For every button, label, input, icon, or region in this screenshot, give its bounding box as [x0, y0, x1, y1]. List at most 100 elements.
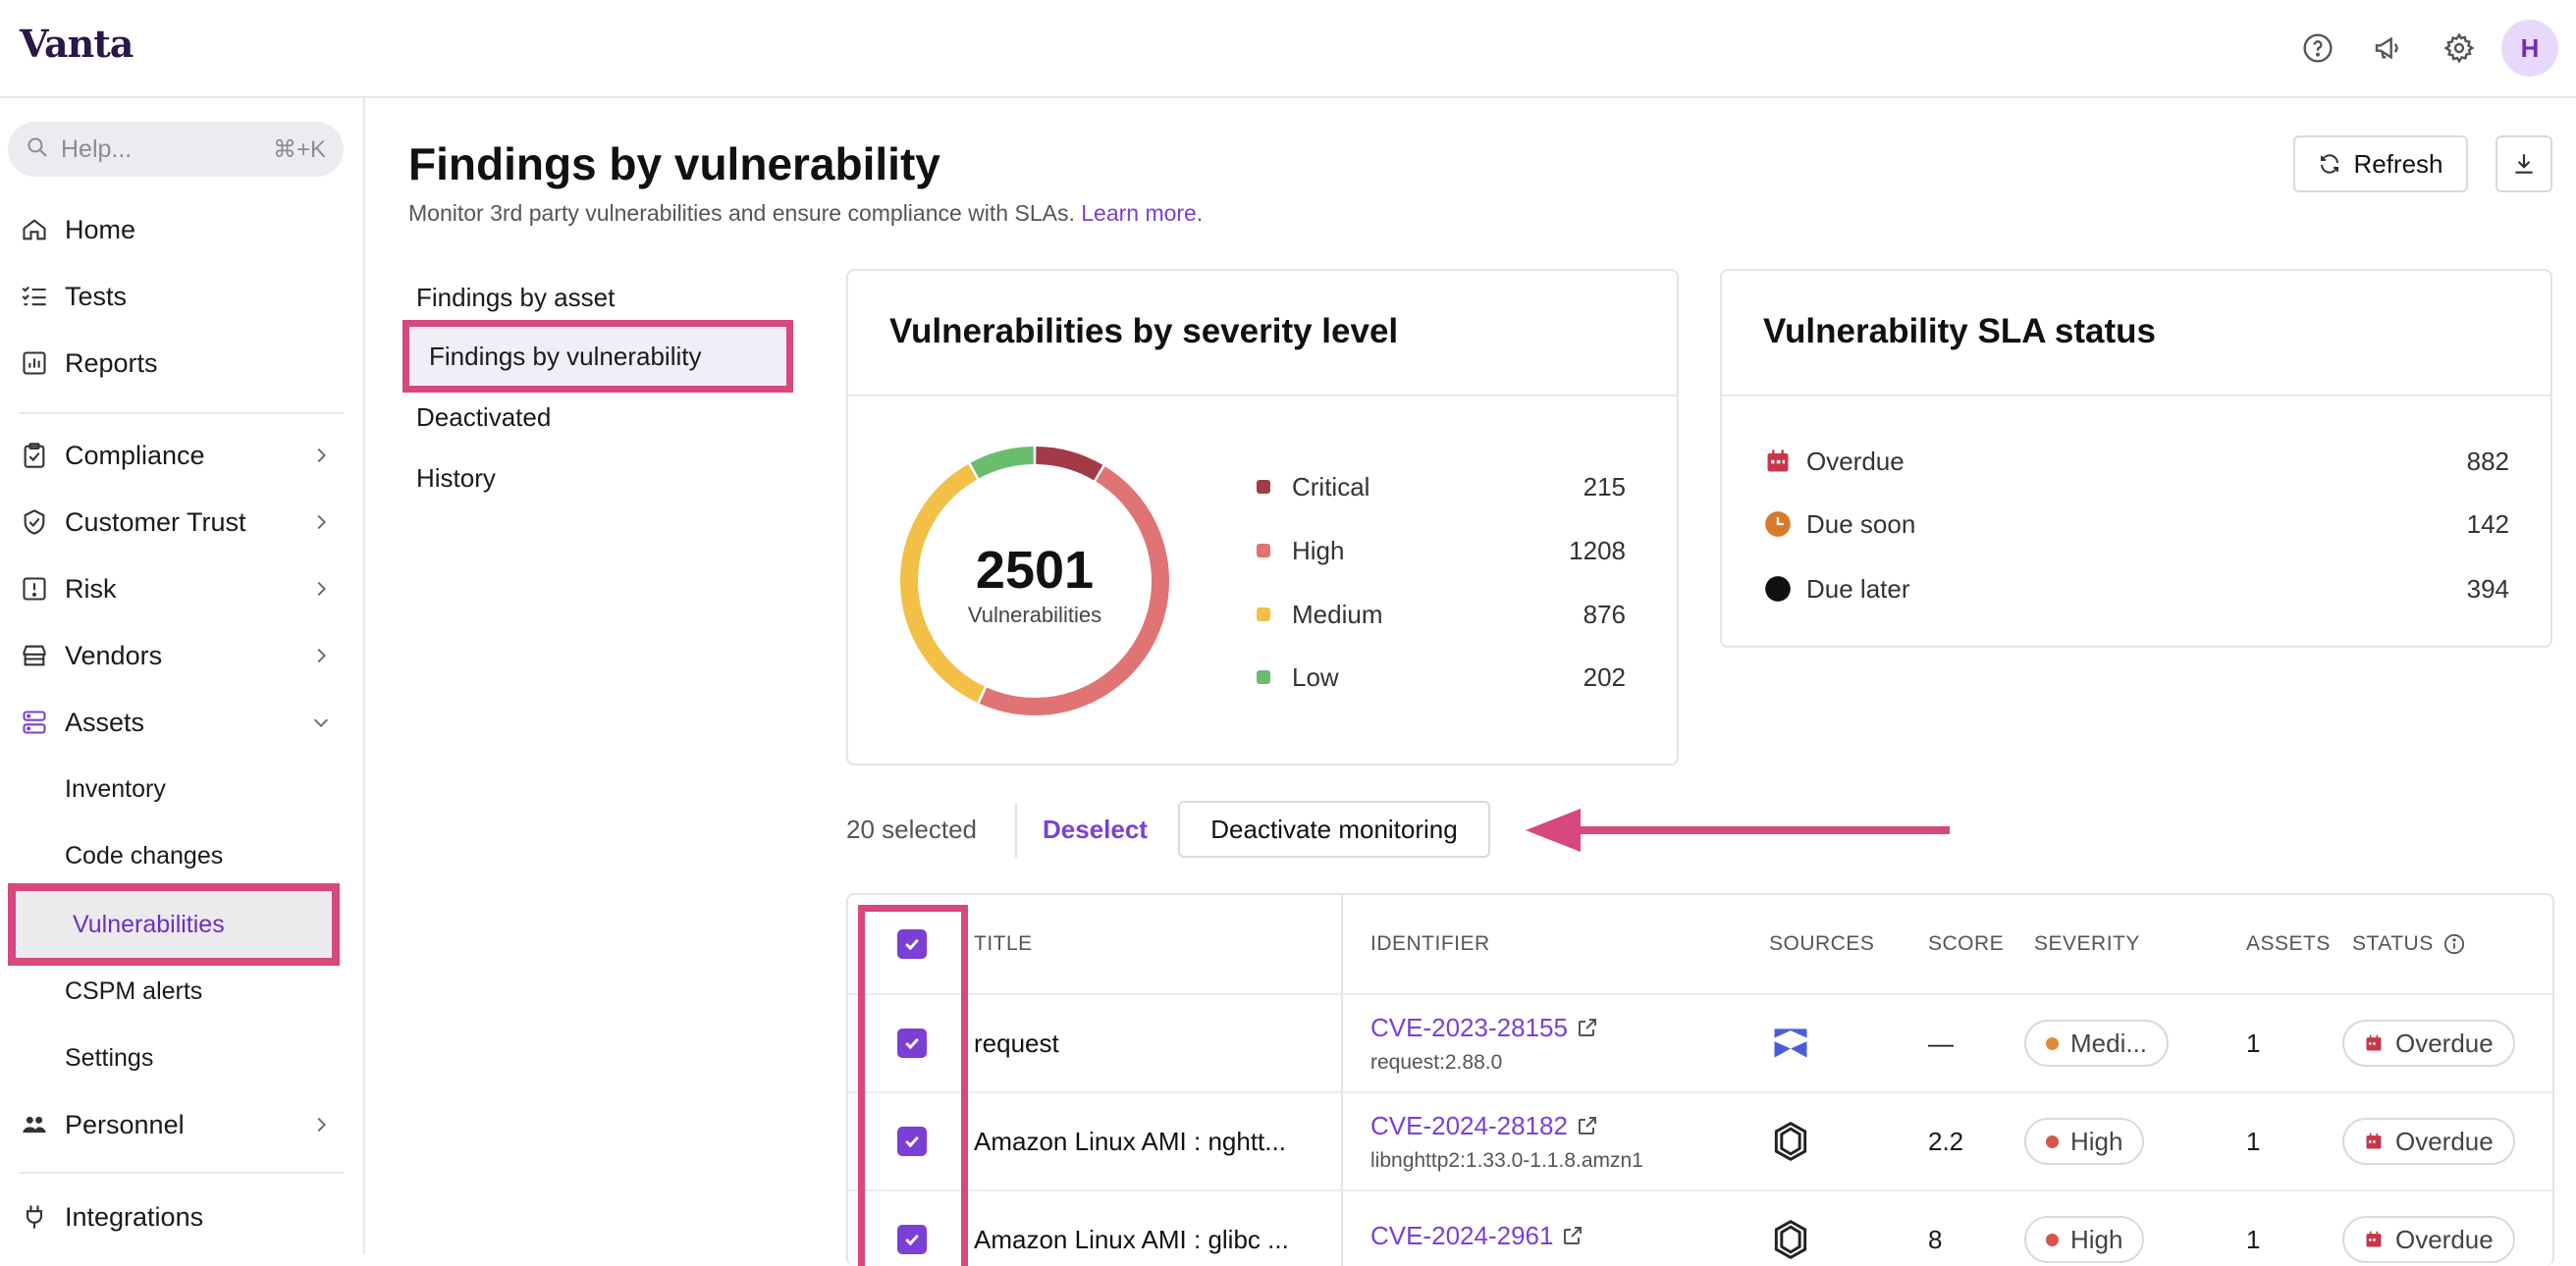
page-subtitle: Monitor 3rd party vulnerabilities and en… — [408, 200, 1203, 227]
table-row[interactable]: request CVE-2023-28155 request:2.88.0 — … — [848, 993, 2552, 1091]
sidebar-subitem-code-changes[interactable]: Code changes — [0, 828, 365, 883]
sla-card-title: Vulnerability SLA status — [1763, 312, 2156, 350]
announcements-icon[interactable] — [2360, 20, 2417, 77]
donut-segment-low[interactable] — [970, 447, 1035, 479]
legend-value: 202 — [1583, 661, 1626, 692]
download-button[interactable] — [2496, 135, 2552, 192]
help-icon[interactable] — [2289, 20, 2346, 77]
legend-swatch — [1257, 480, 1270, 494]
sidebar-item-label: Personnel — [65, 1109, 185, 1139]
subnav-deactivated[interactable]: Deactivated — [397, 389, 779, 446]
chevron-right-icon — [306, 574, 336, 604]
external-link-icon[interactable] — [1576, 1114, 1599, 1137]
clock-icon — [1763, 509, 1793, 539]
user-avatar[interactable]: H — [2501, 20, 2558, 77]
sla-label: Due soon — [1806, 508, 1916, 539]
legend-value: 1208 — [1569, 535, 1626, 565]
status-pill: Overdue — [2342, 1118, 2515, 1165]
column-header-score[interactable]: SCORE — [1928, 895, 2004, 993]
sla-due-soon-row: Due soon 142 — [1763, 502, 2509, 546]
sidebar-item-label: Tests — [65, 281, 128, 311]
chevron-right-icon — [306, 441, 336, 470]
cve-link[interactable]: CVE-2023-28155 — [1370, 1013, 1568, 1043]
top-bar: Vanta H — [0, 0, 2576, 98]
legend-swatch — [1257, 670, 1270, 684]
refresh-button[interactable]: Refresh — [2293, 135, 2468, 192]
legend-critical: Critical 215 — [1257, 467, 1626, 506]
sidebar-item-integrations[interactable]: Integrations — [0, 1187, 365, 1246]
sidebar-subitem-inventory[interactable]: Inventory — [0, 762, 365, 817]
column-header-identifier[interactable]: IDENTIFIER — [1370, 895, 1490, 993]
row-severity-cell: High — [2024, 1093, 2145, 1189]
table-row[interactable]: Amazon Linux AMI : glibc ... CVE-2024-29… — [848, 1189, 2552, 1266]
severity-card-title: Vulnerabilities by severity level — [889, 312, 1399, 350]
external-link-icon[interactable] — [1576, 1016, 1599, 1039]
card-separator — [1722, 395, 2550, 396]
clipboard-check-icon — [18, 439, 51, 472]
sla-value: 394 — [2466, 573, 2509, 604]
subnav-findings-by-asset[interactable]: Findings by asset — [397, 269, 779, 326]
deactivate-monitoring-button[interactable]: Deactivate monitoring — [1178, 801, 1490, 858]
vanta-logo[interactable]: Vanta — [20, 22, 134, 66]
severity-card: Vulnerabilities by severity level 2501 V… — [846, 269, 1679, 765]
subnav-findings-by-vulnerability[interactable]: Findings by vulnerability — [402, 320, 793, 393]
inspector-icon — [1769, 1191, 1812, 1266]
column-header-status-wrap: STATUS — [2352, 895, 2465, 993]
cve-link[interactable]: CVE-2024-28182 — [1370, 1111, 1568, 1141]
sidebar-item-assets[interactable]: Assets — [0, 693, 365, 752]
inspector-icon — [1769, 1093, 1812, 1189]
sidebar-item-compliance[interactable]: Compliance — [0, 426, 365, 485]
help-search-input[interactable]: Help... ⌘+K — [8, 122, 344, 177]
row-title: Amazon Linux AMI : glibc ... — [974, 1224, 1289, 1254]
sidebar-item-personnel[interactable]: Personnel — [0, 1095, 365, 1154]
sidebar-subitem-vulnerabilities[interactable]: Vulnerabilities — [8, 883, 340, 966]
row-assets: 1 — [2246, 1224, 2261, 1254]
top-icons: H — [2276, 20, 2576, 77]
checkbox-column-highlight — [858, 905, 968, 1266]
sidebar-item-label: Reports — [65, 347, 158, 378]
row-status-cell: Overdue — [2342, 995, 2515, 1091]
column-header-assets[interactable]: ASSETS — [2246, 895, 2331, 993]
sidebar: Help... ⌘+K Home Tests Reports Complianc… — [0, 98, 365, 1254]
checklist-icon — [18, 280, 51, 313]
row-identifier: CVE-2024-28182 libnghttp2:1.33.0-1.1.8.a… — [1370, 1093, 1643, 1189]
sidebar-item-home[interactable]: Home — [0, 200, 365, 259]
card-separator — [848, 395, 1677, 396]
column-header-sources[interactable]: SOURCES — [1769, 895, 1874, 993]
sidebar-subitem-settings[interactable]: Settings — [0, 1030, 365, 1085]
chevron-right-icon — [306, 507, 336, 537]
row-severity-cell: Medi... — [2024, 995, 2170, 1091]
learn-more-link[interactable]: Learn more — [1081, 200, 1197, 226]
legend-label: Low — [1292, 661, 1339, 692]
sidebar-item-customer-trust[interactable]: Customer Trust — [0, 493, 365, 552]
sidebar-item-risk[interactable]: Risk — [0, 559, 365, 618]
donut-segment-critical[interactable] — [1035, 447, 1103, 481]
sidebar-subitem-cspm-alerts[interactable]: CSPM alerts — [0, 964, 365, 1019]
column-header-status[interactable]: STATUS — [2352, 932, 2434, 956]
external-link-icon[interactable] — [1561, 1224, 1584, 1247]
legend-value: 215 — [1583, 471, 1626, 501]
subnav-history[interactable]: History — [397, 449, 779, 506]
deselect-button[interactable]: Deselect — [1043, 815, 1148, 845]
subtitle-text: Monitor 3rd party vulnerabilities and en… — [408, 200, 1075, 226]
settings-gear-icon[interactable] — [2431, 20, 2488, 77]
row-identifier: CVE-2023-28155 request:2.88.0 — [1370, 995, 1599, 1091]
snyk-icon — [1769, 995, 1812, 1091]
sidebar-item-reports[interactable]: Reports — [0, 334, 365, 393]
sidebar-item-label: Customer Trust — [65, 506, 246, 537]
severity-dot — [2046, 1134, 2059, 1148]
sidebar-item-tests[interactable]: Tests — [0, 267, 365, 326]
row-severity-cell: High — [2024, 1191, 2145, 1266]
cve-link[interactable]: CVE-2024-2961 — [1370, 1221, 1553, 1251]
column-header-title[interactable]: TITLE — [974, 895, 1033, 993]
info-icon[interactable] — [2443, 933, 2465, 955]
search-placeholder: Help... — [61, 134, 133, 163]
sla-value: 142 — [2466, 508, 2509, 539]
column-header-severity[interactable]: SEVERITY — [2034, 895, 2140, 993]
severity-dot — [2046, 1233, 2059, 1246]
table-row[interactable]: Amazon Linux AMI : nghtt... CVE-2024-281… — [848, 1091, 2552, 1189]
row-score: 2.2 — [1928, 1126, 1964, 1156]
sidebar-item-vendors[interactable]: Vendors — [0, 626, 365, 685]
sla-label: Due later — [1806, 573, 1910, 604]
legend-value: 876 — [1583, 599, 1626, 629]
